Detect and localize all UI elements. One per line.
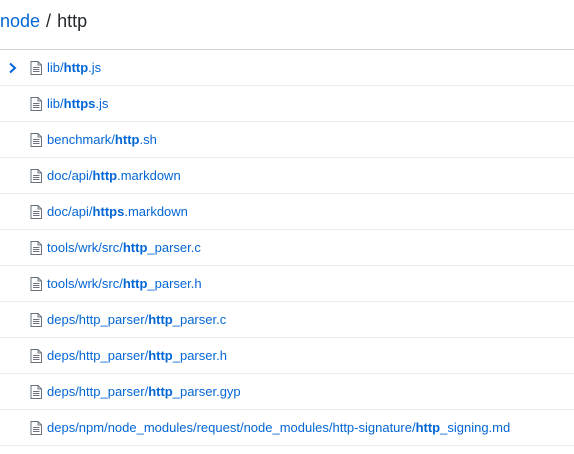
file-result-row[interactable]: lib/https.js bbox=[0, 86, 574, 122]
file-path-link[interactable]: deps/http_parser/http_parser.c bbox=[47, 302, 226, 337]
path-suffix: _parser.c bbox=[172, 312, 227, 327]
file-path-link[interactable]: doc/api/http.markdown bbox=[47, 158, 181, 193]
file-result-row[interactable]: doc/api/https.markdown bbox=[0, 194, 574, 230]
file-finder-results: lib/http.js lib/https.js benchmark/http.… bbox=[0, 50, 574, 446]
path-match: http bbox=[114, 132, 140, 147]
chevron-right-icon bbox=[9, 62, 17, 73]
file-result-row[interactable]: deps/npm/node_modules/request/node_modul… bbox=[0, 410, 574, 446]
file-result-row[interactable]: tools/wrk/src/http_parser.c bbox=[0, 230, 574, 266]
file-text-icon bbox=[30, 420, 42, 435]
breadcrumb-path: node / http bbox=[0, 10, 87, 32]
path-prefix: deps/http_parser/ bbox=[47, 312, 149, 327]
breadcrumb-separator: / bbox=[46, 11, 52, 31]
file-path-link[interactable]: deps/npm/node_modules/request/node_modul… bbox=[47, 410, 510, 445]
path-suffix: _signing.md bbox=[440, 420, 511, 435]
file-text-icon bbox=[30, 60, 42, 75]
file-text-icon bbox=[30, 276, 42, 291]
path-match: http bbox=[92, 168, 118, 183]
path-match: http bbox=[148, 384, 173, 399]
path-match: http bbox=[415, 420, 441, 435]
file-path-link[interactable]: deps/http_parser/http_parser.gyp bbox=[47, 374, 241, 409]
file-result-row[interactable]: deps/http_parser/http_parser.h bbox=[0, 338, 574, 374]
path-suffix: .markdown bbox=[117, 168, 181, 183]
file-text-icon bbox=[30, 96, 42, 111]
breadcrumb: node / http bbox=[0, 0, 574, 50]
path-suffix: .js bbox=[95, 96, 109, 111]
file-text-icon bbox=[30, 312, 42, 327]
path-suffix: _parser.h bbox=[147, 276, 202, 291]
path-prefix: tools/wrk/src/ bbox=[47, 276, 123, 291]
file-text-icon bbox=[30, 204, 42, 219]
file-path-link[interactable]: deps/http_parser/http_parser.h bbox=[47, 338, 227, 373]
path-suffix: .sh bbox=[139, 132, 157, 147]
file-result-row[interactable]: lib/http.js bbox=[0, 50, 574, 86]
repo-link[interactable]: node bbox=[0, 11, 40, 31]
path-prefix: doc/api/ bbox=[47, 204, 93, 219]
file-text-icon bbox=[30, 384, 42, 399]
file-path-link[interactable]: tools/wrk/src/http_parser.c bbox=[47, 230, 201, 265]
path-suffix: _parser.h bbox=[172, 348, 227, 363]
path-match: http bbox=[122, 276, 148, 291]
file-text-icon bbox=[30, 132, 42, 147]
path-suffix: _parser.c bbox=[147, 240, 201, 255]
path-prefix: doc/api/ bbox=[47, 168, 93, 183]
path-prefix: tools/wrk/src/ bbox=[47, 240, 123, 255]
path-prefix: benchmark/ bbox=[47, 132, 115, 147]
path-suffix: .js bbox=[88, 60, 102, 75]
file-path-link[interactable]: doc/api/https.markdown bbox=[47, 194, 188, 229]
file-path-link[interactable]: tools/wrk/src/http_parser.h bbox=[47, 266, 202, 301]
path-prefix: deps/npm/node_modules/request/node_modul… bbox=[47, 420, 416, 435]
path-match: http bbox=[63, 60, 89, 75]
file-path-link[interactable]: benchmark/http.sh bbox=[47, 122, 157, 157]
file-result-row[interactable]: deps/http_parser/http_parser.c bbox=[0, 302, 574, 338]
file-path-link[interactable]: lib/http.js bbox=[47, 50, 101, 85]
file-result-row[interactable]: deps/http_parser/http_parser.gyp bbox=[0, 374, 574, 410]
path-prefix: deps/http_parser/ bbox=[47, 384, 149, 399]
file-text-icon bbox=[30, 168, 42, 183]
file-text-icon bbox=[30, 240, 42, 255]
path-prefix: lib/ bbox=[47, 96, 64, 111]
file-result-row[interactable]: benchmark/http.sh bbox=[0, 122, 574, 158]
path-suffix: _parser.gyp bbox=[172, 384, 241, 399]
path-match: http bbox=[148, 312, 173, 327]
path-match: http bbox=[122, 240, 148, 255]
path-suffix: .markdown bbox=[124, 204, 188, 219]
file-result-row[interactable]: doc/api/http.markdown bbox=[0, 158, 574, 194]
path-prefix: lib/ bbox=[47, 60, 64, 75]
file-path-link[interactable]: lib/https.js bbox=[47, 86, 108, 121]
path-match: https bbox=[92, 204, 125, 219]
file-text-icon bbox=[30, 348, 42, 363]
file-result-row[interactable]: tools/wrk/src/http_parser.h bbox=[0, 266, 574, 302]
path-prefix: deps/http_parser/ bbox=[47, 348, 149, 363]
search-query: http bbox=[57, 11, 88, 31]
path-match: https bbox=[63, 96, 96, 111]
path-match: http bbox=[148, 348, 173, 363]
